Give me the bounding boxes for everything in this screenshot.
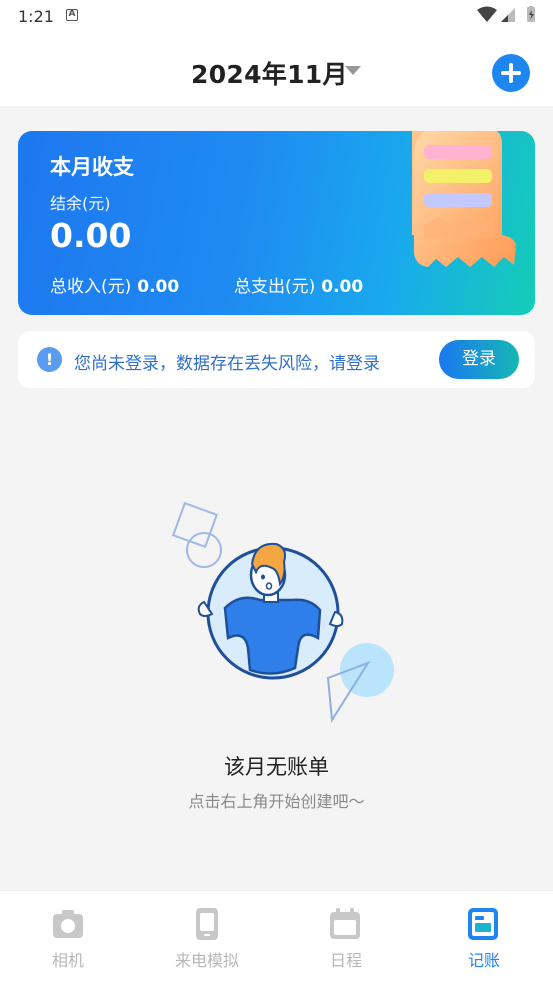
caret-down-icon[interactable]: [345, 66, 361, 75]
login-warning-banner: ! 您尚未登录，数据存在丢失风险，请登录 登录: [18, 331, 535, 388]
nav-label-call-simulation: 来电模拟: [174, 951, 239, 970]
camera-icon: [53, 910, 83, 938]
calendar-icon: [330, 908, 360, 939]
notification-a-icon: A: [66, 9, 78, 21]
phone-icon: [196, 908, 218, 940]
income-label: 总收入(元): [50, 277, 132, 297]
nav-item-call-simulation[interactable]: 来电模拟: [147, 891, 267, 984]
status-icons: [477, 6, 535, 22]
nav-item-bookkeeping[interactable]: 记账: [424, 891, 544, 984]
empty-state-illustration: [171, 501, 394, 724]
status-bar: 1:21 A: [0, 0, 553, 36]
expense-value: 0.00: [321, 277, 364, 297]
nav-label-schedule: 日程: [329, 951, 362, 970]
add-record-button[interactable]: [492, 54, 530, 92]
nav-label-camera: 相机: [51, 951, 84, 970]
card-title: 本月收支: [50, 155, 134, 179]
login-warning-text: 您尚未登录，数据存在丢失风险，请登录: [74, 354, 380, 374]
info-icon: !: [37, 347, 62, 372]
bottom-navigation: 相机 来电模拟 日程 记账: [0, 890, 553, 984]
income-summary: 总收入(元) 0.00: [50, 272, 179, 297]
status-time: 1:21: [18, 7, 54, 26]
balance-value: 0.00: [50, 216, 132, 255]
empty-state-title: 该月无账单: [224, 755, 329, 779]
receipt-icon: [412, 131, 516, 267]
month-title[interactable]: 2024年11月: [191, 55, 348, 91]
balance-label: 结余(元): [50, 194, 111, 213]
nav-label-bookkeeping: 记账: [467, 951, 500, 970]
expense-summary: 总支出(元) 0.00: [234, 272, 363, 297]
empty-state-subtitle: 点击右上角开始创建吧～: [188, 792, 365, 811]
ledger-icon: [468, 908, 498, 940]
expense-label: 总支出(元): [234, 277, 316, 297]
nav-item-camera[interactable]: 相机: [8, 891, 128, 984]
wifi-icon: [477, 6, 497, 22]
login-button[interactable]: 登录: [439, 340, 519, 379]
nav-item-schedule[interactable]: 日程: [286, 891, 406, 984]
app-header: 2024年11月: [0, 36, 553, 106]
income-value: 0.00: [137, 277, 180, 297]
monthly-summary-card: 本月收支 结余(元) 0.00 总收入(元) 0.00 总支出(元) 0.00: [18, 131, 535, 315]
